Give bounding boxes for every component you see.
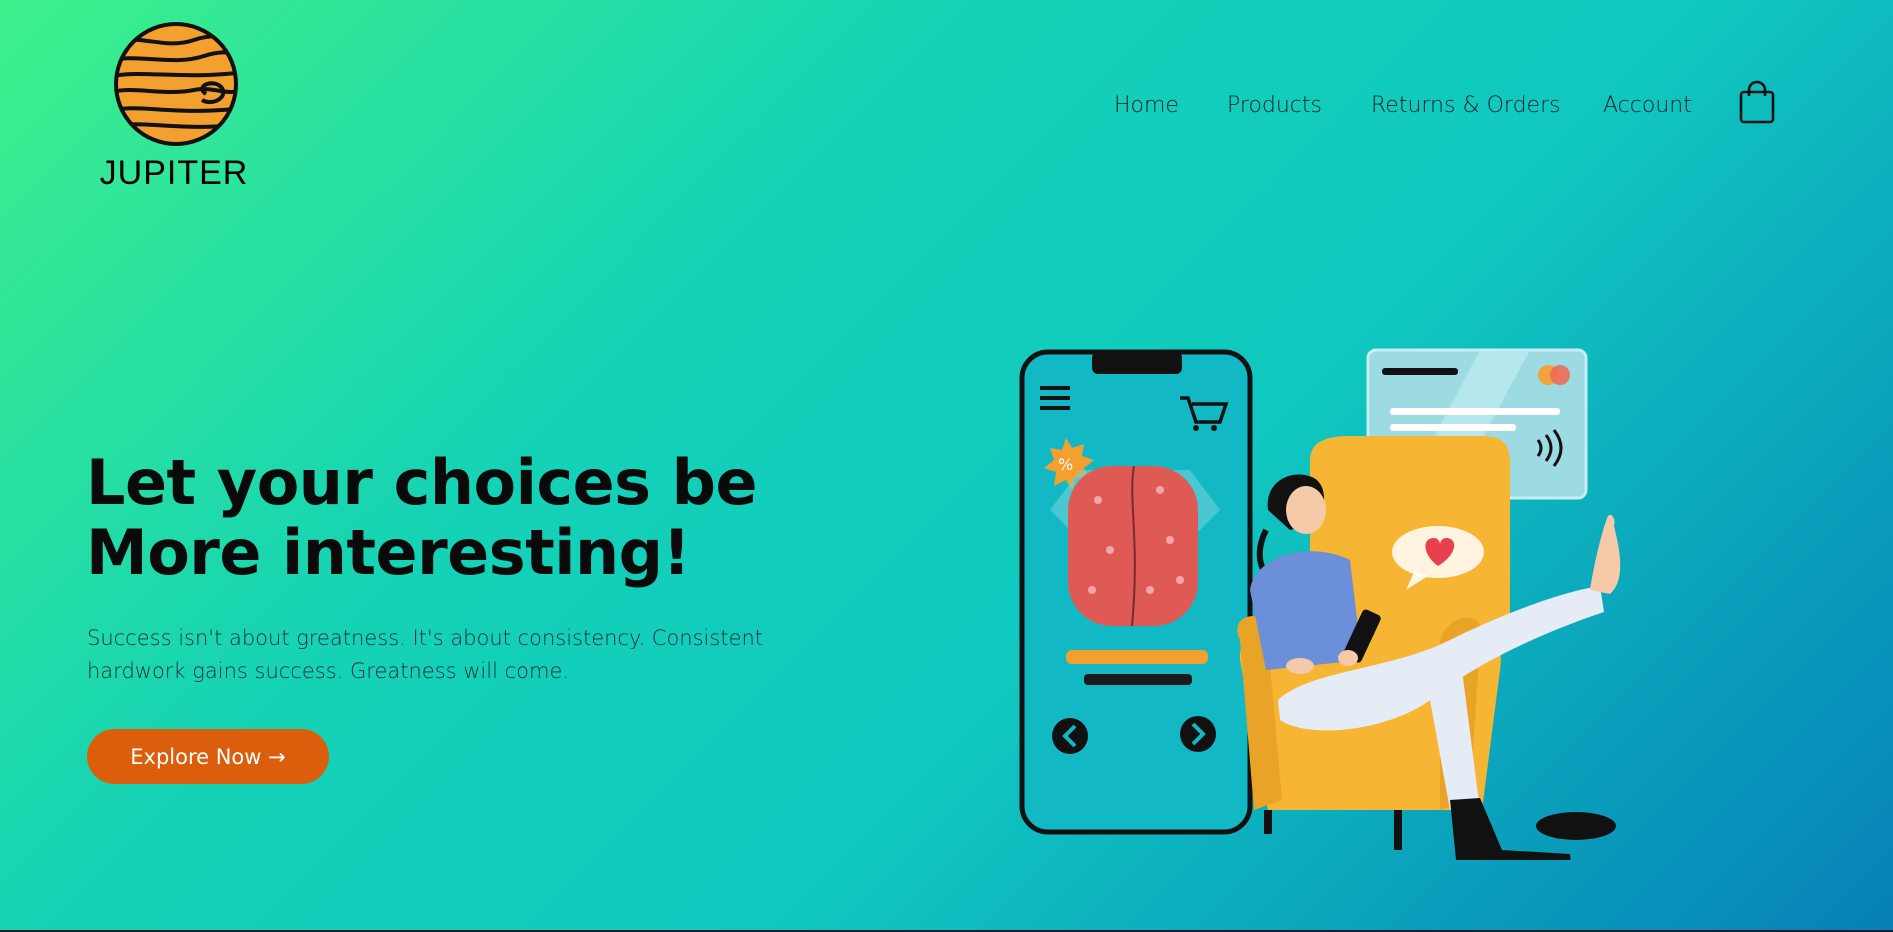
nav-products-link[interactable]: Products <box>1227 93 1322 118</box>
nav-home-link[interactable]: Home <box>1114 93 1179 118</box>
brand-name: JUPITER <box>99 154 249 192</box>
nav-account-link[interactable]: Account <box>1603 93 1692 118</box>
nav-returns-orders-link[interactable]: Returns & Orders <box>1371 93 1561 118</box>
shopping-bag-icon[interactable] <box>1738 80 1776 124</box>
explore-now-button[interactable]: Explore Now → <box>87 729 329 784</box>
svg-text:%: % <box>1058 455 1073 474</box>
jupiter-planet-icon <box>114 22 238 146</box>
hero-subtext: Success isn't about greatness. It's abou… <box>87 626 764 683</box>
hero-headline-line2: More interesting! <box>86 516 691 589</box>
hero-headline-line1: Let your choices be <box>86 446 758 519</box>
shopping-illustration: % <box>1010 340 1650 874</box>
brand-logo[interactable]: JUPITER <box>94 20 254 192</box>
phone-illustration: % <box>1019 349 1253 835</box>
hero-headline: Let your choices be More interesting! <box>86 448 846 588</box>
